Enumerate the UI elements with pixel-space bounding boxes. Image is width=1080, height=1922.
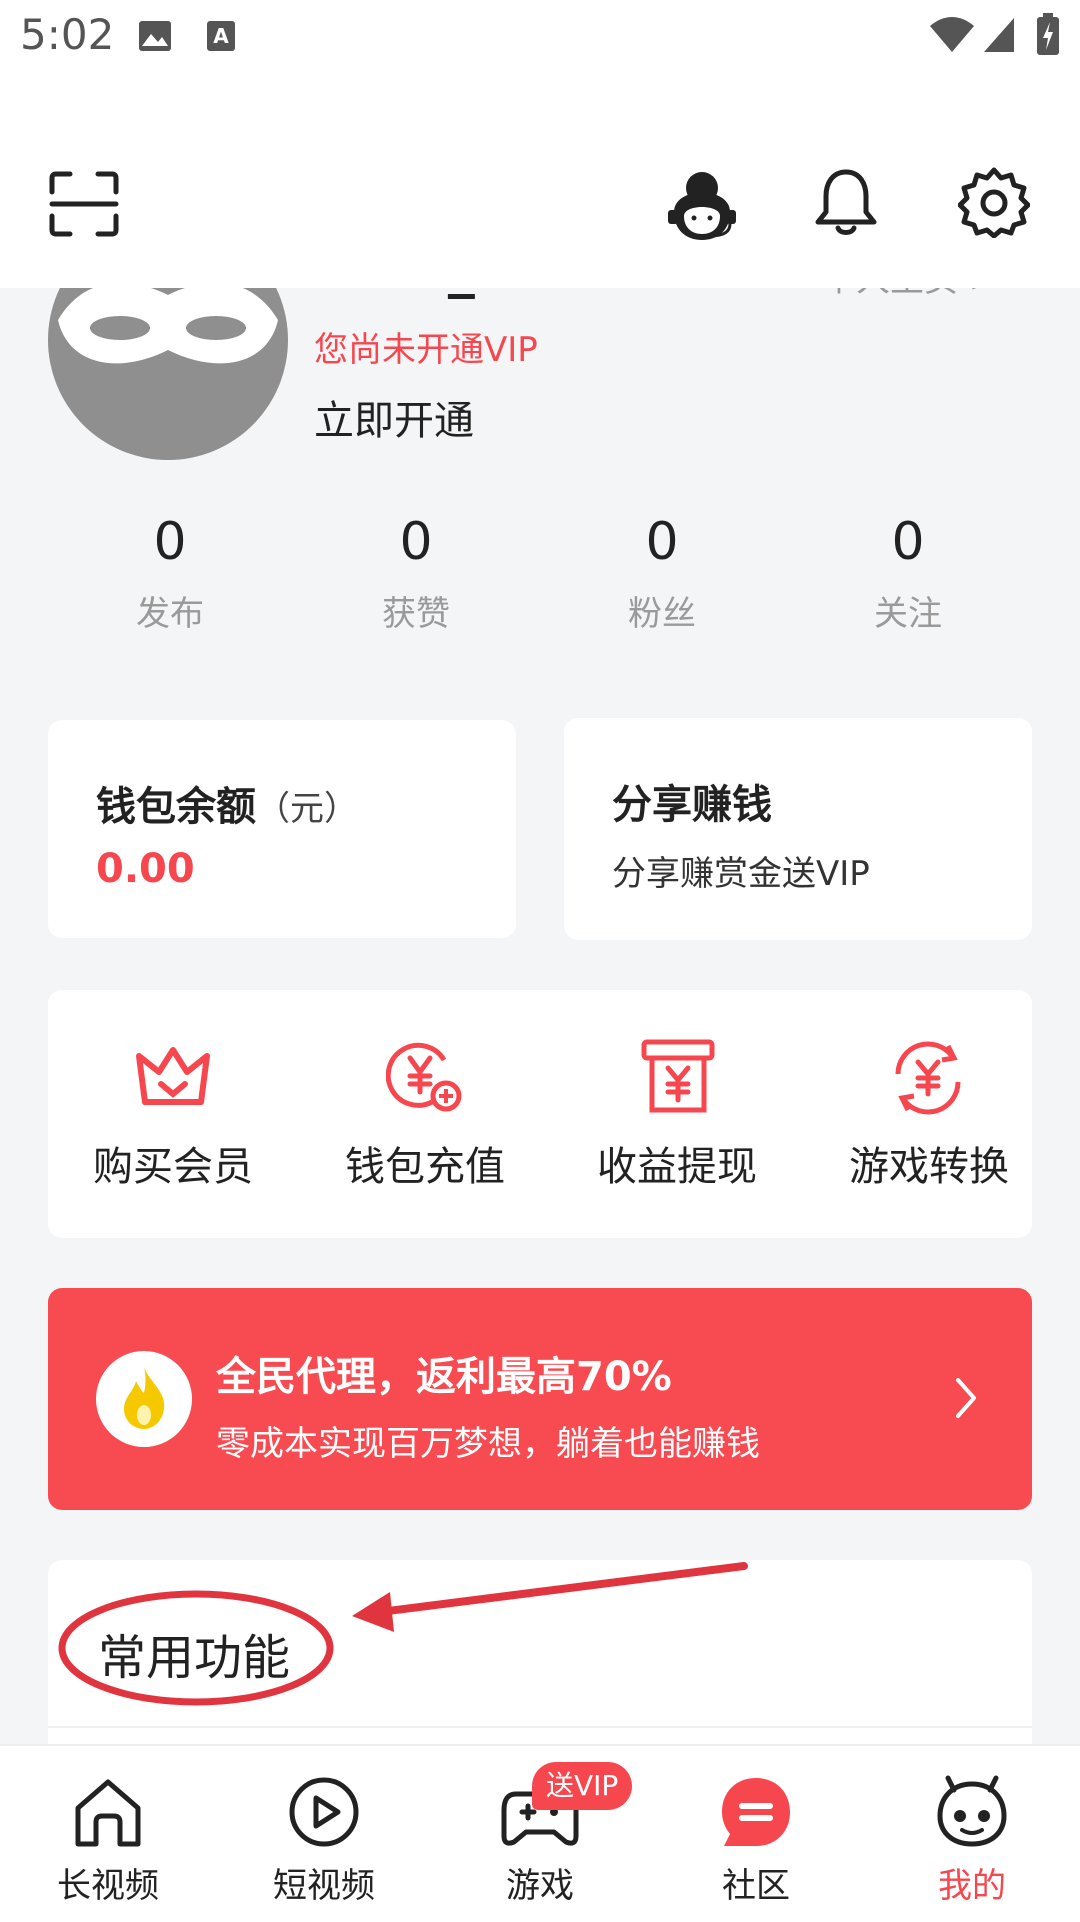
annotation-overlay bbox=[58, 1562, 748, 1706]
share-card[interactable]: 分享赚钱 分享赚赏金送VIP bbox=[564, 718, 1032, 940]
settings-icon[interactable] bbox=[958, 166, 1030, 238]
robot-face-icon bbox=[937, 1775, 1007, 1847]
annotation-ellipse bbox=[58, 1590, 334, 1706]
crown-icon bbox=[136, 1047, 210, 1105]
tab-game[interactable]: 送VIP 游戏 bbox=[440, 1746, 640, 1922]
yuan-exchange-icon bbox=[895, 1041, 961, 1115]
wallet-amount: 0.00 bbox=[96, 846, 195, 892]
annotation-arrow-head bbox=[352, 1592, 394, 1632]
status-time: 5:02 bbox=[20, 10, 115, 59]
wallet-title-row: 钱包余额（元） bbox=[96, 774, 358, 832]
function-label: 游戏转换 bbox=[849, 1144, 1009, 1190]
flame-icon-circle bbox=[96, 1351, 192, 1447]
stat-label: 粉丝 bbox=[628, 594, 696, 634]
chevron-right-icon bbox=[956, 1378, 976, 1418]
stat-likes[interactable]: 0 获赞 bbox=[316, 512, 516, 635]
stat-following[interactable]: 0 关注 bbox=[808, 512, 1008, 635]
share-subtitle: 分享赚赏金送VIP bbox=[612, 854, 870, 894]
bell-icon[interactable] bbox=[814, 166, 878, 238]
wallet-title: 钱包余额 bbox=[96, 784, 256, 830]
tab-short-video[interactable]: 短视频 bbox=[224, 1746, 424, 1922]
top-header bbox=[0, 74, 1080, 288]
wallet-card[interactable]: 钱包余额（元） 0.00 bbox=[48, 720, 516, 938]
function-grid: 购买会员 钱包充值 收益提现 游戏转换 bbox=[48, 990, 1032, 1238]
vip-status: 您尚未开通VIP bbox=[314, 330, 538, 370]
vip-open-button[interactable]: 立即开通 bbox=[314, 388, 474, 446]
stat-value: 0 bbox=[153, 512, 187, 572]
tab-label: 游戏 bbox=[506, 1866, 574, 1906]
function-recharge[interactable]: 钱包充值 bbox=[300, 990, 550, 1238]
agent-banner[interactable]: 全民代理，返利最高70% 零成本实现百万梦想，躺着也能赚钱 bbox=[48, 1288, 1032, 1510]
wifi-icon bbox=[930, 17, 974, 52]
function-withdraw[interactable]: 收益提现 bbox=[552, 990, 802, 1238]
tab-label: 短视频 bbox=[273, 1866, 375, 1906]
scan-icon[interactable] bbox=[48, 170, 120, 238]
stat-value: 0 bbox=[645, 512, 679, 572]
stat-value: 0 bbox=[399, 512, 433, 572]
yuan-plus-icon bbox=[386, 1042, 462, 1112]
function-buy-vip[interactable]: 购买会员 bbox=[48, 990, 298, 1238]
function-label: 购买会员 bbox=[93, 1144, 253, 1190]
divider bbox=[48, 1726, 1032, 1728]
stat-posts[interactable]: 0 发布 bbox=[70, 512, 270, 635]
battery-charging-icon bbox=[1037, 13, 1059, 55]
stat-label: 关注 bbox=[874, 594, 942, 634]
tab-label: 社区 bbox=[722, 1866, 790, 1906]
signal-icon bbox=[984, 18, 1014, 52]
status-bar: 5:02 A bbox=[0, 0, 1080, 74]
bottom-tab-bar: 长视频 短视频 送VIP 游戏 社区 我的 bbox=[0, 1744, 1080, 1922]
tab-community[interactable]: 社区 bbox=[656, 1746, 856, 1922]
function-game-exchange[interactable]: 游戏转换 bbox=[804, 990, 1054, 1238]
yuan-withdraw-icon bbox=[641, 1039, 715, 1113]
stat-label: 发布 bbox=[136, 594, 204, 634]
text-a-icon: A bbox=[207, 21, 235, 51]
customer-service-icon[interactable] bbox=[664, 164, 740, 242]
stat-value: 0 bbox=[891, 512, 925, 572]
function-label: 收益提现 bbox=[597, 1144, 757, 1190]
share-title: 分享赚钱 bbox=[612, 782, 772, 828]
tab-label: 我的 bbox=[938, 1866, 1006, 1906]
wallet-unit: （元） bbox=[256, 789, 358, 829]
function-label: 钱包充值 bbox=[345, 1144, 505, 1190]
annotation-arrow-line bbox=[376, 1562, 748, 1616]
stats-row: 0 发布 0 获赞 0 粉丝 0 关注 bbox=[70, 512, 1030, 642]
tab-mine[interactable]: 我的 bbox=[872, 1746, 1072, 1922]
tab-label: 长视频 bbox=[57, 1866, 159, 1906]
community-icon bbox=[722, 1778, 790, 1846]
image-icon bbox=[139, 21, 171, 51]
stat-fans[interactable]: 0 粉丝 bbox=[562, 512, 762, 635]
banner-title: 全民代理，返利最高70% bbox=[216, 1354, 672, 1400]
flame-icon bbox=[124, 1367, 165, 1429]
tab-long-video[interactable]: 长视频 bbox=[8, 1746, 208, 1922]
svg-text:A: A bbox=[213, 24, 229, 48]
stat-label: 获赞 bbox=[382, 594, 450, 634]
play-circle-icon bbox=[289, 1777, 359, 1847]
house-icon bbox=[75, 1779, 141, 1847]
tab-badge: 送VIP bbox=[532, 1762, 633, 1810]
banner-subtitle: 零成本实现百万梦想，躺着也能赚钱 bbox=[216, 1424, 760, 1464]
